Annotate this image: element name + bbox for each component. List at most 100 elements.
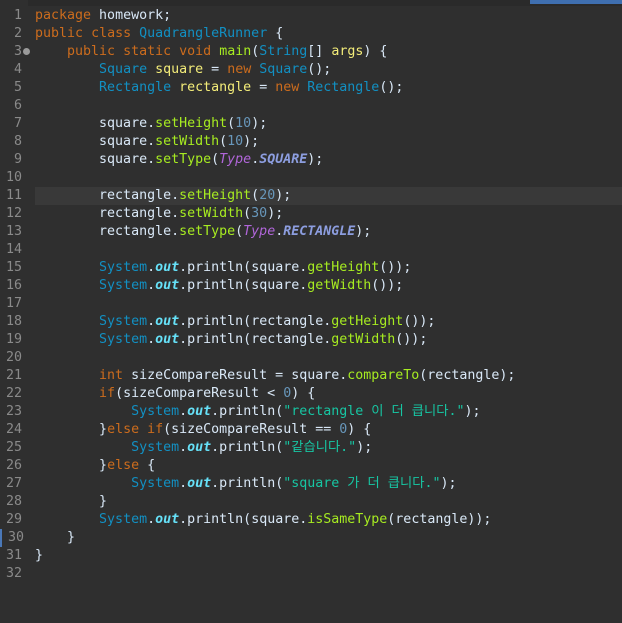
code-line[interactable]: 21 int sizeCompareResult = square.compar… [0,367,622,385]
code-token: (rectangle); [419,368,516,383]
code-line-text[interactable]: System.out.println(square.getHeight()); [35,259,622,277]
code-line-text[interactable] [35,295,622,313]
code-line-text[interactable]: package homework; [35,7,622,25]
code-token: Type [219,152,252,167]
line-number: 15 [5,260,22,275]
code-line[interactable]: 2 public class QuadrangleRunner { [0,25,622,43]
code-line-text[interactable]: System.out.println(rectangle.getHeight()… [35,313,622,331]
code-line[interactable]: 25 System.out.println("같습니다."); [0,439,622,457]
code-line[interactable]: 8 square.setWidth(10); [0,133,622,151]
line-number: 29 [5,512,22,527]
code-line-text[interactable]: System.out.println(square.getWidth()); [35,277,622,295]
code-line-text[interactable] [35,565,622,583]
code-line[interactable]: 29 System.out.println(square.isSameType(… [0,511,622,529]
code-token: } [35,530,76,545]
code-editor[interactable]: 1 package homework; 2 public class Quadrang… [0,0,622,623]
code-line[interactable]: 14 [0,241,622,259]
horizontal-scrollbar-thumb[interactable] [530,0,622,4]
code-line-text[interactable] [35,97,622,115]
code-token: rectangle. [35,206,180,221]
code-token: new [227,62,252,77]
code-line-text[interactable]: int sizeCompareResult = square.compareTo… [35,367,622,385]
code-line[interactable]: 18 System.out.println(rectangle.getHeigh… [0,313,622,331]
code-token: . [147,332,156,347]
code-line-text[interactable]: rectangle.setWidth(30); [35,205,622,223]
code-line-text[interactable]: System.out.println("square 가 더 큽니다."); [35,475,622,493]
code-line-text[interactable]: square.setWidth(10); [35,133,622,151]
code-line[interactable]: 23 System.out.println("rectangle 이 더 큽니다… [0,403,622,421]
code-line-text[interactable]: System.out.println("같습니다."); [35,439,622,457]
code-line-text[interactable]: rectangle.setHeight(20); [35,187,622,205]
code-line[interactable]: 19 System.out.println(rectangle.getWidth… [0,331,622,349]
code-line-text[interactable]: } [35,493,622,511]
code-line-text[interactable]: square.setHeight(10); [35,115,622,133]
code-line[interactable]: 9 square.setType(Type.SQUARE); [0,151,622,169]
code-line[interactable]: 24 }else if(sizeCompareResult == 0) { [0,421,622,439]
code-line-text[interactable] [35,241,622,259]
code-token: (); [379,80,404,95]
code-token: out [187,476,212,491]
code-line-text[interactable]: if(sizeCompareResult < 0) { [35,385,622,403]
code-line[interactable]: 27 System.out.println("square 가 더 큽니다.")… [0,475,622,493]
code-line-text[interactable]: Square square = new Square(); [35,61,622,79]
code-line[interactable]: 5 Rectangle rectangle = new Rectangle(); [0,79,622,97]
code-line-text[interactable] [35,349,622,367]
code-token: SQUARE [259,152,308,167]
code-line-text[interactable] [35,169,622,187]
line-number: 5 [13,80,22,95]
code-line[interactable]: 3 public static void main(String[] args)… [0,43,622,61]
code-token: homework; [91,8,172,23]
code-line[interactable]: 13 rectangle.setType(Type.RECTANGLE); [0,223,622,241]
code-line[interactable]: 7 square.setHeight(10); [0,115,622,133]
fold-toggle-icon[interactable] [23,48,30,55]
code-line[interactable]: 4 Square square = new Square(); [0,61,622,79]
code-token: System [99,512,148,527]
code-line[interactable]: 26 }else { [0,457,622,475]
code-line[interactable]: 6 [0,97,622,115]
code-token: 20 [259,188,276,203]
code-line-text[interactable]: System.out.println(square.isSameType(rec… [35,511,622,529]
code-line-text[interactable]: System.out.println(rectangle.getWidth())… [35,331,622,349]
code-token: { [267,26,284,41]
code-line-text[interactable]: public static void main(String[] args) { [35,43,622,61]
code-line-text[interactable]: } [35,547,622,565]
line-number: 6 [13,98,22,113]
code-line-text[interactable]: }else { [35,457,622,475]
code-line[interactable]: 28 } [0,493,622,511]
code-token: System [131,476,180,491]
line-number: 10 [5,170,22,185]
code-line[interactable]: 17 [0,295,622,313]
code-line-text[interactable]: Rectangle rectangle = new Rectangle(); [35,79,622,97]
code-area[interactable]: 1 package homework; 2 public class Quadrang… [0,7,622,583]
code-line[interactable]: 12 rectangle.setWidth(30); [0,205,622,223]
code-line[interactable]: 15 System.out.println(square.getHeight()… [0,259,622,277]
code-line-text[interactable]: rectangle.setType(Type.RECTANGLE); [35,223,622,241]
code-line[interactable]: 16 System.out.println(square.getWidth())… [0,277,622,295]
code-token: ( [251,188,260,203]
code-token: String [259,44,308,59]
code-line[interactable]: 32 [0,565,622,583]
line-number: 22 [5,386,22,401]
code-line[interactable]: 11 rectangle.setHeight(20); [0,187,622,205]
code-line[interactable]: 20 [0,349,622,367]
code-line-text[interactable]: } [35,529,622,547]
code-token: } [35,548,44,563]
code-token: System [99,278,148,293]
code-line[interactable]: 22 if(sizeCompareResult < 0) { [0,385,622,403]
code-line[interactable]: 31} [0,547,622,565]
code-line[interactable]: 10 [0,169,622,187]
code-token: setHeight [179,188,252,203]
code-line-text[interactable]: square.setType(Type.SQUARE); [35,151,622,169]
code-line[interactable]: 30 } [0,529,622,547]
code-line[interactable]: 1 package homework; [0,7,622,25]
code-line-text[interactable]: public class QuadrangleRunner { [35,25,622,43]
code-token: { [139,458,156,473]
code-line-text[interactable]: System.out.println("rectangle 이 더 큽니다.")… [35,403,622,421]
code-line-text[interactable]: }else if(sizeCompareResult == 0) { [35,421,622,439]
code-token: QuadrangleRunner [139,26,268,41]
